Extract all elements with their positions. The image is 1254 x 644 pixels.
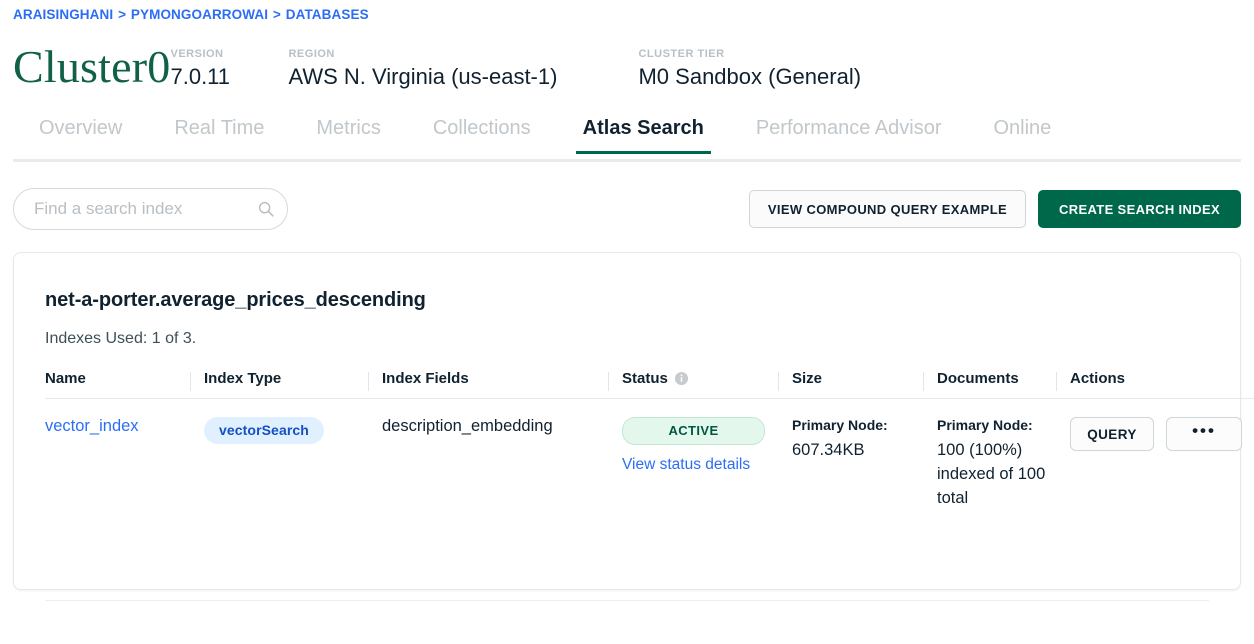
column-header-size: Size — [778, 370, 923, 399]
tab-online[interactable]: Online — [967, 112, 1077, 154]
documents-node-label: Primary Node: — [937, 417, 1056, 433]
column-divider — [190, 372, 191, 391]
collection-namespace-title: net-a-porter.average_prices_descending — [14, 253, 1240, 312]
view-compound-query-example-button[interactable]: VIEW COMPOUND QUERY EXAMPLE — [749, 190, 1026, 228]
index-name-link[interactable]: vector_index — [45, 417, 139, 435]
search-index-box[interactable] — [13, 188, 288, 230]
size-node-label: Primary Node: — [792, 417, 923, 433]
table-row: vector_index vectorSearch description_em… — [45, 399, 1254, 511]
cluster-meta-tier: CLUSTER TIER M0 Sandbox (General) — [638, 48, 938, 90]
breadcrumb-separator: > — [272, 7, 282, 22]
column-divider — [368, 372, 369, 391]
query-button[interactable]: QUERY — [1070, 417, 1154, 451]
toolbar-buttons: VIEW COMPOUND QUERY EXAMPLE CREATE SEARC… — [749, 190, 1241, 228]
status-badge: ACTIVE — [622, 417, 765, 445]
documents-value: 100 (100%) indexed of 100 total — [937, 438, 1056, 510]
view-status-details-link[interactable]: View status details — [622, 456, 750, 474]
column-header-index-fields: Index Fields — [368, 370, 608, 399]
column-divider — [1056, 372, 1057, 391]
tab-performance-advisor[interactable]: Performance Advisor — [730, 112, 968, 154]
search-index-card: net-a-porter.average_prices_descending I… — [13, 252, 1241, 590]
info-icon[interactable] — [674, 371, 689, 386]
search-input[interactable] — [32, 198, 257, 220]
cluster-meta-region: REGION AWS N. Virginia (us-east-1) — [288, 48, 638, 90]
breadcrumb-separator: > — [117, 7, 127, 22]
cluster-meta-group: VERSION 7.0.11 REGION AWS N. Virginia (u… — [170, 48, 938, 94]
search-icon — [257, 200, 275, 218]
cell-index-type: vectorSearch — [190, 399, 368, 511]
tab-atlas-search[interactable]: Atlas Search — [557, 112, 730, 154]
table-row-divider — [45, 600, 1209, 601]
tab-real-time[interactable]: Real Time — [148, 112, 290, 154]
create-search-index-button[interactable]: CREATE SEARCH INDEX — [1038, 190, 1241, 228]
cluster-title: Cluster0 — [13, 42, 170, 92]
table-header-row: Name Index Type Index Fields Status — [45, 370, 1254, 399]
column-header-name: Name — [45, 370, 190, 399]
breadcrumb: ARAISINGHANI > PYMONGOARROWAI > DATABASE… — [0, 0, 1254, 22]
search-indexes-table: Name Index Type Index Fields Status — [45, 370, 1254, 510]
breadcrumb-item-org[interactable]: ARAISINGHANI — [13, 7, 113, 22]
cell-size: Primary Node: 607.34KB — [778, 399, 923, 511]
column-header-status: Status — [608, 370, 778, 399]
region-label: REGION — [288, 48, 638, 60]
cluster-tier-label: CLUSTER TIER — [638, 48, 938, 60]
column-header-index-type: Index Type — [190, 370, 368, 399]
more-actions-button[interactable]: ••• — [1166, 417, 1242, 451]
version-label: VERSION — [170, 48, 288, 60]
column-header-documents: Documents — [923, 370, 1056, 399]
cluster-tab-bar: Overview Real Time Metrics Collections A… — [0, 112, 1254, 162]
cluster-tier-value: M0 Sandbox (General) — [638, 64, 938, 90]
index-fields-value: description_embedding — [368, 417, 608, 436]
region-value: AWS N. Virginia (us-east-1) — [288, 64, 638, 90]
tab-metrics[interactable]: Metrics — [290, 112, 406, 154]
cluster-header: Cluster0 VERSION 7.0.11 REGION AWS N. Vi… — [0, 22, 1254, 94]
column-divider — [608, 372, 609, 391]
cluster-meta-version: VERSION 7.0.11 — [170, 48, 288, 90]
breadcrumb-item-databases[interactable]: DATABASES — [286, 7, 369, 22]
search-toolbar: VIEW COMPOUND QUERY EXAMPLE CREATE SEARC… — [0, 188, 1254, 230]
cell-index-name: vector_index — [45, 399, 190, 511]
index-type-badge: vectorSearch — [204, 417, 324, 444]
column-divider — [923, 372, 924, 391]
size-value: 607.34KB — [792, 438, 923, 462]
tab-collections[interactable]: Collections — [407, 112, 557, 154]
column-divider — [778, 372, 779, 391]
cell-status: ACTIVE View status details — [608, 399, 778, 511]
column-header-actions: Actions — [1056, 370, 1254, 399]
cell-index-fields: description_embedding — [368, 399, 608, 511]
version-value: 7.0.11 — [170, 64, 288, 90]
breadcrumb-item-project[interactable]: PYMONGOARROWAI — [131, 7, 268, 22]
tab-overview[interactable]: Overview — [13, 112, 148, 154]
cell-documents: Primary Node: 100 (100%) indexed of 100 … — [923, 399, 1056, 511]
cell-actions: QUERY ••• — [1056, 399, 1254, 511]
indexes-used-text: Indexes Used: 1 of 3. — [14, 312, 1240, 348]
